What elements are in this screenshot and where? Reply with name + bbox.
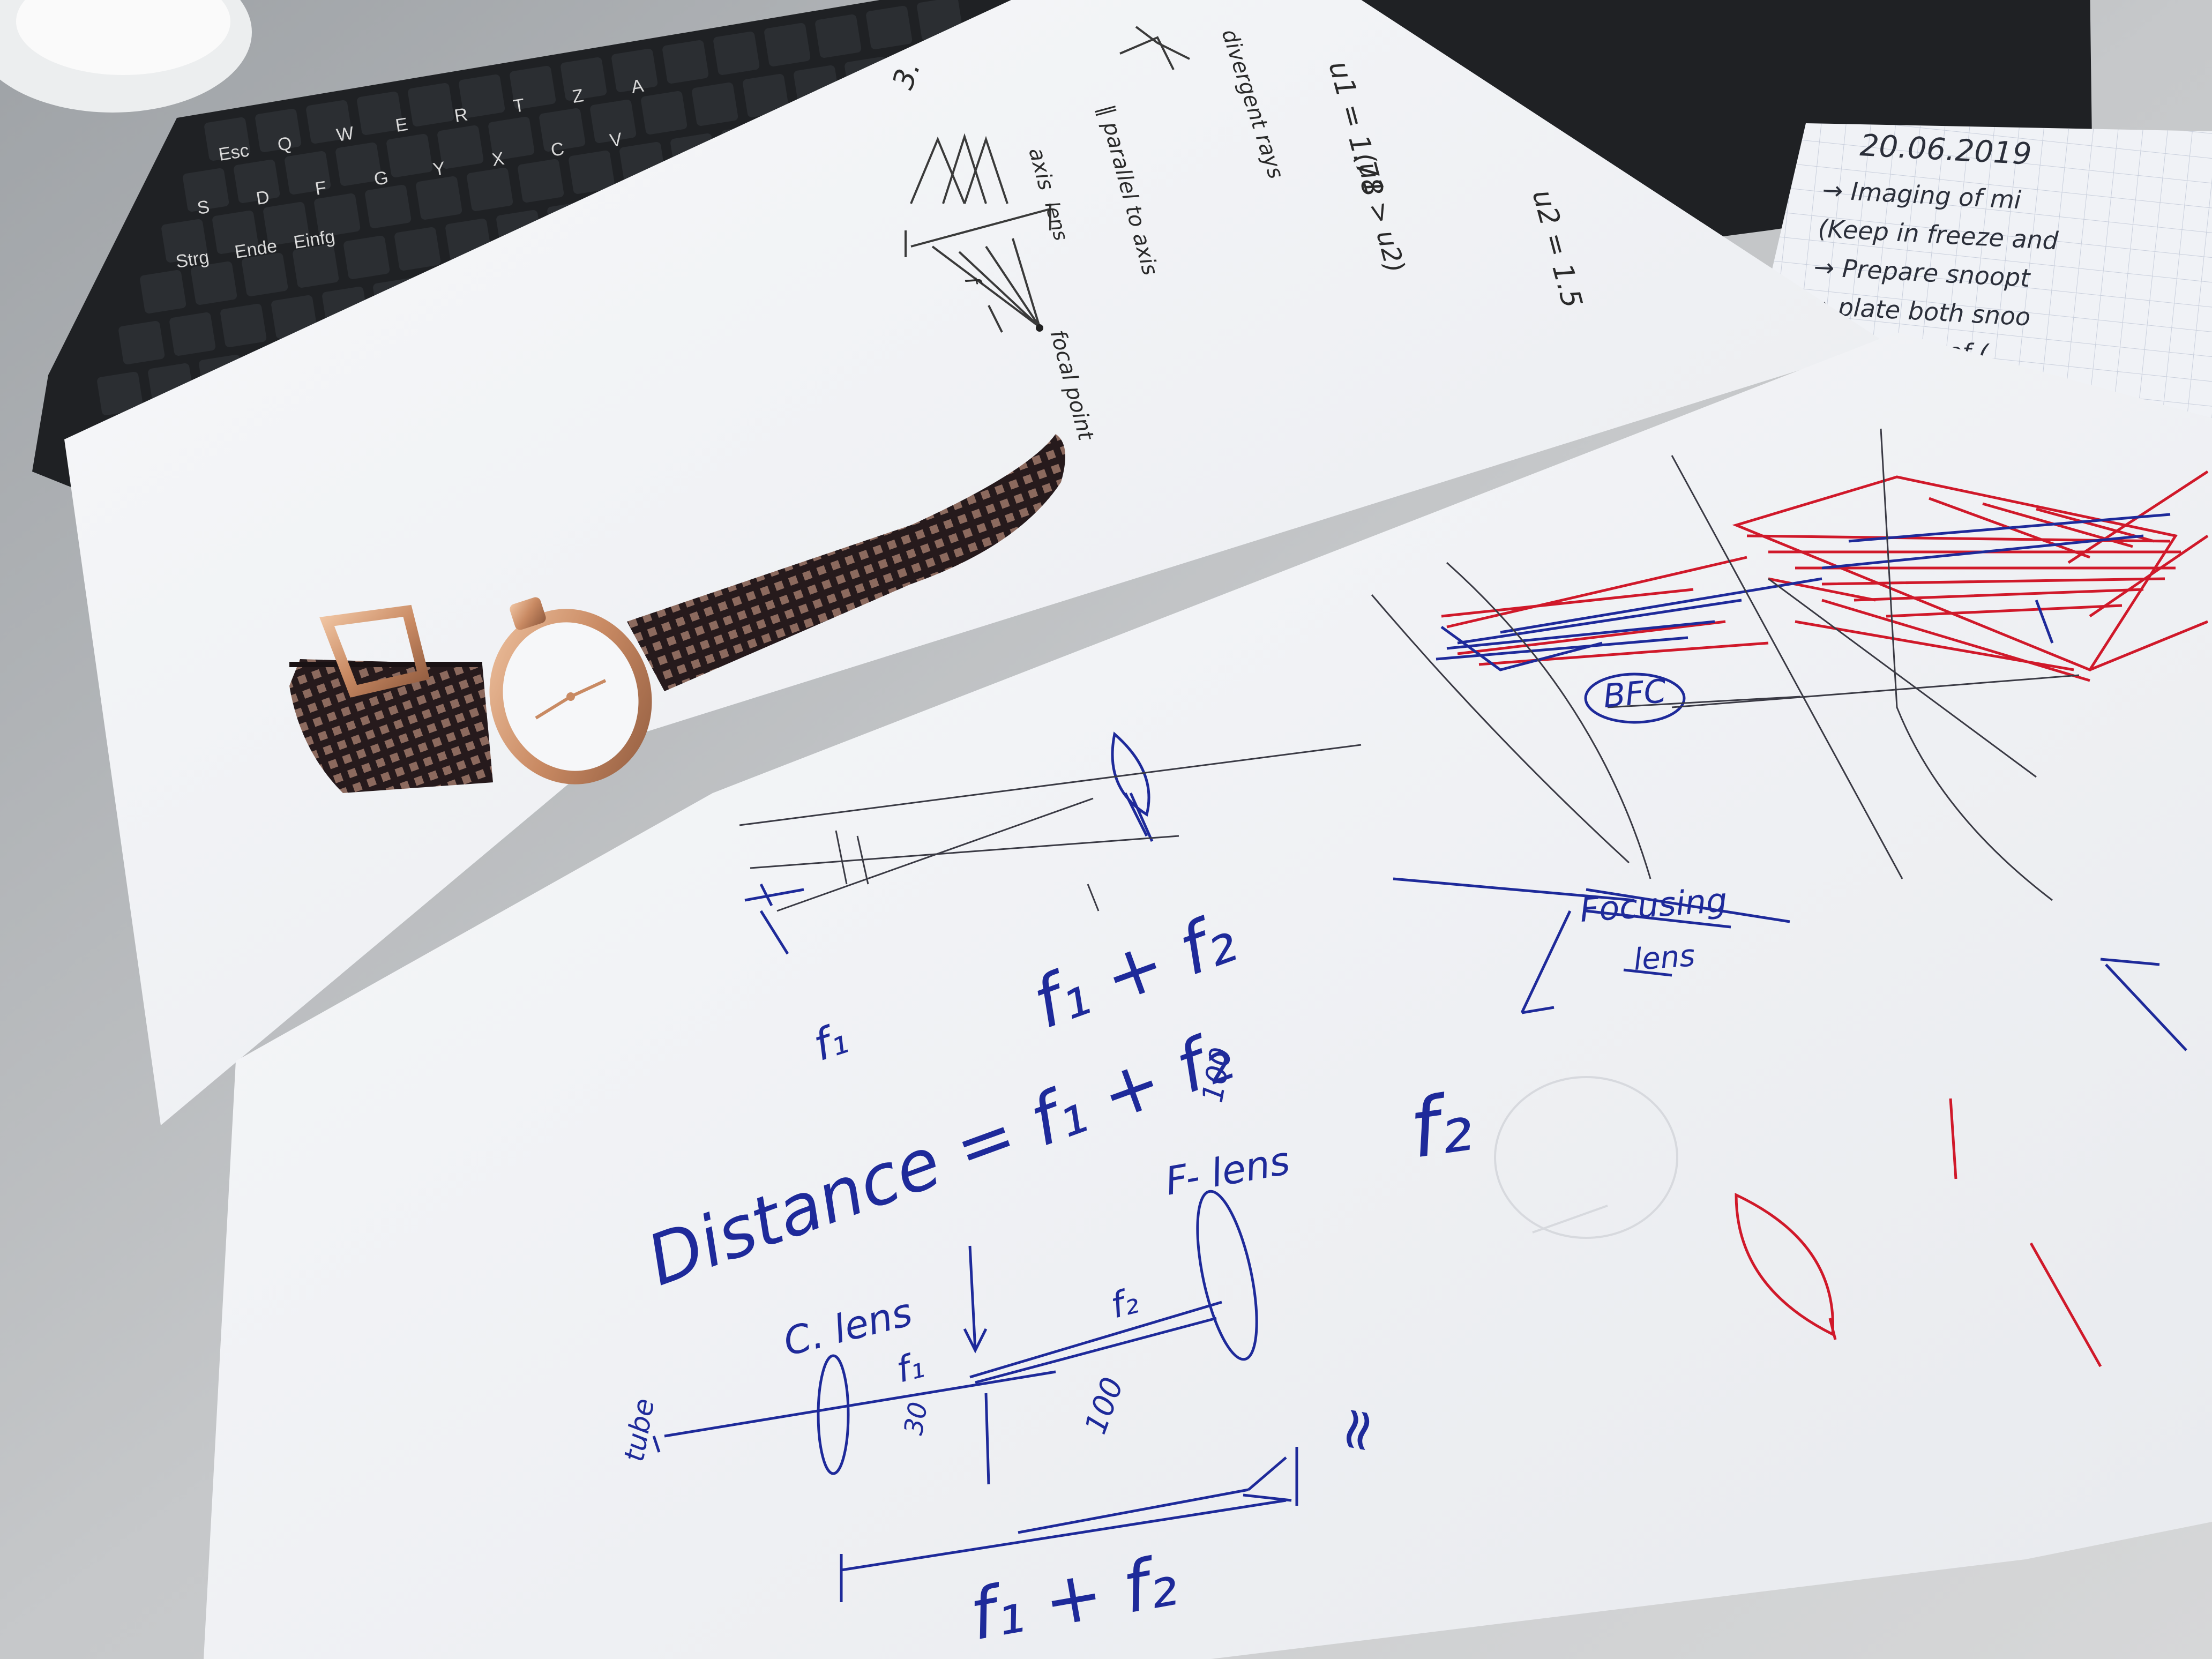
f2-big-label: f₂ bbox=[1404, 1076, 1477, 1177]
keyboard-key bbox=[394, 227, 441, 271]
keyboard-key bbox=[416, 176, 462, 220]
focal-point-dot bbox=[1036, 324, 1043, 332]
keyboard-key bbox=[641, 91, 687, 134]
keyboard-key bbox=[118, 320, 165, 364]
keyboard-key-label: W bbox=[335, 123, 355, 146]
keyboard-key bbox=[169, 312, 216, 356]
keyboard-key bbox=[365, 184, 412, 228]
keyboard-key bbox=[140, 270, 186, 313]
keyboard-key bbox=[692, 82, 738, 126]
keyboard-key bbox=[467, 167, 513, 211]
keyboard-key bbox=[408, 83, 454, 126]
keyboard-key bbox=[386, 133, 433, 177]
keyboard-key bbox=[343, 235, 390, 279]
keyboard-key bbox=[220, 303, 267, 347]
small-number: 30 bbox=[899, 1400, 934, 1437]
keyboard-key bbox=[815, 14, 862, 58]
keyboard-key bbox=[561, 57, 607, 101]
desk-photo: Esc Q W E R T Z AS D F G Y X C VStrg Ende Einfg 20.06.20… bbox=[0, 0, 2212, 1659]
keyboard-key bbox=[713, 31, 760, 75]
lens-label: lens bbox=[1632, 938, 1696, 977]
keyboard-key bbox=[764, 23, 811, 66]
bfc-label: BFC bbox=[1602, 672, 1668, 715]
keyboard-key bbox=[866, 5, 913, 49]
keyboard-key bbox=[518, 159, 564, 203]
keyboard-key bbox=[662, 40, 709, 84]
